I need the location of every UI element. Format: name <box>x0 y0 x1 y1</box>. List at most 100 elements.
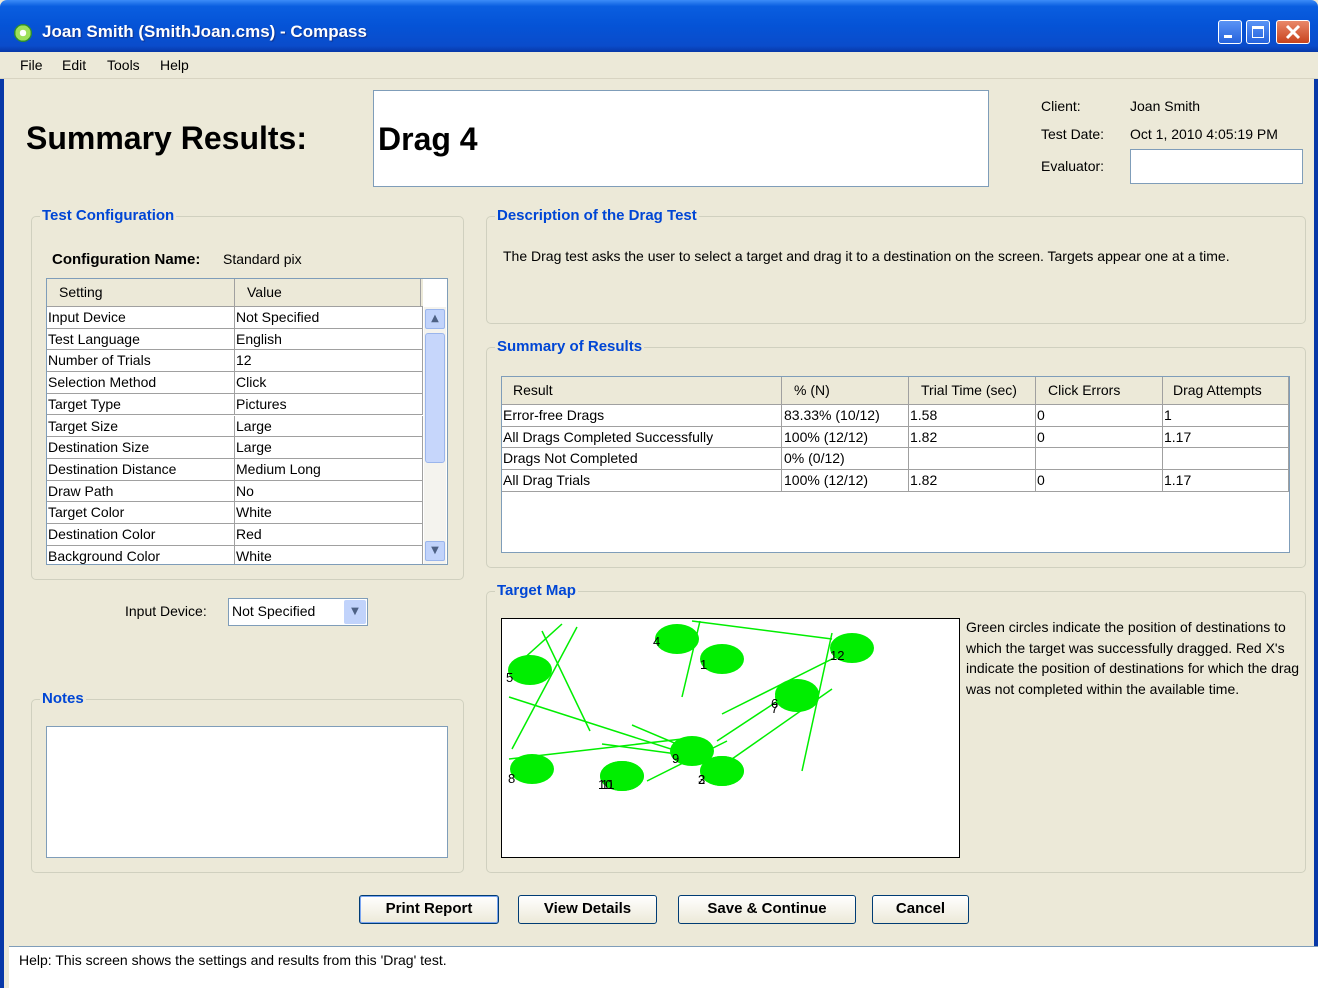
test-configuration-title: Test Configuration <box>40 207 177 224</box>
results-cell: 1.17 <box>1164 472 1192 489</box>
configuration-row[interactable]: Draw Path No <box>47 480 423 503</box>
title-bar[interactable]: Joan Smith (SmithJoan.cms) - Compass <box>0 0 1318 52</box>
view-details-button[interactable]: View Details <box>518 895 657 924</box>
configuration-row[interactable]: Target Type Pictures <box>47 393 423 416</box>
test-date-label: Test Date: <box>1041 126 1105 142</box>
target-map-title: Target Map <box>495 582 578 599</box>
results-cell: 100% (12/12) <box>784 472 869 489</box>
configuration-row[interactable]: Destination Size Large <box>47 437 423 459</box>
configuration-table[interactable]: Setting Value Input Device Not Specified T… <box>46 278 448 565</box>
column-header-setting[interactable]: Setting <box>59 284 103 300</box>
configuration-row[interactable]: Destination Distance Medium Long <box>47 458 423 481</box>
client-value: Joan Smith <box>1130 98 1201 114</box>
results-cell: All Drag Trials <box>503 472 591 489</box>
results-cell: Drags Not Completed <box>503 450 638 467</box>
description-title: Description of the Drag Test <box>495 207 699 224</box>
client-label: Client: <box>1041 98 1081 114</box>
scroll-down-icon[interactable]: ▼ <box>425 541 445 561</box>
results-row[interactable]: All Drag Trials 100% (12/12) 1.82 0 1.17 <box>502 470 1289 492</box>
configuration-setting-cell: Background Color <box>48 547 161 564</box>
evaluator-input[interactable] <box>1130 149 1303 184</box>
configuration-scrollbar[interactable]: ▲ ▼ <box>424 307 446 564</box>
description-group <box>486 216 1306 324</box>
results-row[interactable]: All Drags Completed Successfully 100% (12… <box>502 426 1289 449</box>
configuration-setting-cell: Target Color <box>48 504 125 521</box>
destination-label: 4 <box>653 634 660 649</box>
summary-title: Summary of Results <box>495 338 645 355</box>
configuration-setting-cell: Target Type <box>48 395 121 412</box>
configuration-row[interactable]: Test Language English <box>47 328 423 351</box>
menu-edit[interactable]: Edit <box>62 57 86 73</box>
results-cell: 1.17 <box>1164 428 1192 445</box>
results-table[interactable]: Result % (N) Trial Time (sec) Click Erro… <box>501 376 1290 553</box>
maximize-button[interactable] <box>1246 20 1270 44</box>
column-header-percent[interactable]: % (N) <box>794 382 830 398</box>
configuration-row[interactable]: Target Color White <box>47 502 423 524</box>
evaluator-label: Evaluator: <box>1041 158 1105 174</box>
configuration-row[interactable]: Background Color White <box>47 545 423 564</box>
drag-path-line <box>511 626 578 750</box>
configuration-value-cell: Click <box>236 374 267 391</box>
configuration-setting-cell: Destination Size <box>48 439 150 456</box>
notes-textarea[interactable] <box>46 726 448 858</box>
results-cell: 0% (0/12) <box>784 450 845 467</box>
configuration-row[interactable]: Number of Trials 12 <box>47 350 423 373</box>
close-button[interactable] <box>1276 20 1310 44</box>
chevron-down-icon[interactable]: ▼ <box>344 600 366 624</box>
configuration-value-cell: Large <box>236 417 272 434</box>
menu-file[interactable]: File <box>20 57 43 73</box>
configuration-value-cell: White <box>236 547 272 564</box>
input-device-label: Input Device: <box>125 603 207 619</box>
destination-circle <box>655 624 699 654</box>
destination-circle <box>775 682 819 712</box>
column-header-value[interactable]: Value <box>247 284 282 300</box>
window-border-left <box>0 52 4 988</box>
results-cell: Error-free Drags <box>503 407 605 423</box>
results-cell: 1 <box>1164 407 1172 423</box>
configuration-value-cell: Medium Long <box>236 460 321 477</box>
minimize-icon <box>1224 35 1232 38</box>
configuration-value-cell: Pictures <box>236 395 287 412</box>
destination-label: 3 <box>698 772 705 787</box>
configuration-name-label: Configuration Name: <box>52 251 201 268</box>
drag-path-line <box>691 620 833 640</box>
save-continue-button[interactable]: Save & Continue <box>678 895 856 924</box>
help-bar: Help: This screen shows the settings and… <box>9 946 1318 988</box>
destination-label: 7 <box>771 701 778 716</box>
scroll-thumb[interactable] <box>425 333 445 463</box>
results-cell: 1.58 <box>910 407 938 423</box>
configuration-value-cell: Not Specified <box>236 309 320 325</box>
configuration-setting-cell: Target Size <box>48 417 119 434</box>
configuration-setting-cell: Input Device <box>48 309 126 325</box>
configuration-setting-cell: Selection Method <box>48 374 157 391</box>
configuration-row[interactable]: Target Size Large <box>47 415 423 438</box>
column-header-result[interactable]: Result <box>513 382 553 398</box>
column-header-click-errors[interactable]: Click Errors <box>1048 382 1120 398</box>
page-title: Summary Results: <box>26 120 307 156</box>
configuration-value-cell: No <box>236 482 254 499</box>
configuration-name-value: Standard pix <box>223 251 302 267</box>
configuration-row[interactable]: Input Device Not Specified <box>47 307 423 329</box>
menu-help[interactable]: Help <box>160 57 189 73</box>
configuration-table-header: Setting Value <box>47 279 423 307</box>
menu-bar: File Edit Tools Help <box>0 52 1318 79</box>
test-name-field[interactable]: Drag 4 <box>373 90 989 187</box>
destination-label: 5 <box>506 670 513 685</box>
destination-label: 9 <box>672 751 679 766</box>
drag-path-line <box>601 743 678 755</box>
minimize-button[interactable] <box>1218 20 1242 44</box>
configuration-value-cell: 12 <box>236 352 252 369</box>
column-header-drag-attempts[interactable]: Drag Attempts <box>1173 382 1262 398</box>
print-report-button[interactable]: Print Report <box>359 895 499 924</box>
input-device-select[interactable]: Not Specified ▼ <box>228 598 368 626</box>
cancel-button[interactable]: Cancel <box>872 895 969 924</box>
configuration-row[interactable]: Destination Color Red <box>47 524 423 546</box>
scroll-up-icon[interactable]: ▲ <box>425 309 445 329</box>
results-row[interactable]: Drags Not Completed 0% (0/12) <box>502 448 1289 471</box>
configuration-value-cell: White <box>236 504 272 521</box>
test-name: Drag 4 <box>378 121 478 157</box>
configuration-row[interactable]: Selection Method Click <box>47 372 423 394</box>
menu-tools[interactable]: Tools <box>107 57 140 73</box>
column-header-trial-time[interactable]: Trial Time (sec) <box>921 382 1017 398</box>
results-row[interactable]: Error-free Drags 83.33% (10/12) 1.58 0 1 <box>502 405 1289 427</box>
